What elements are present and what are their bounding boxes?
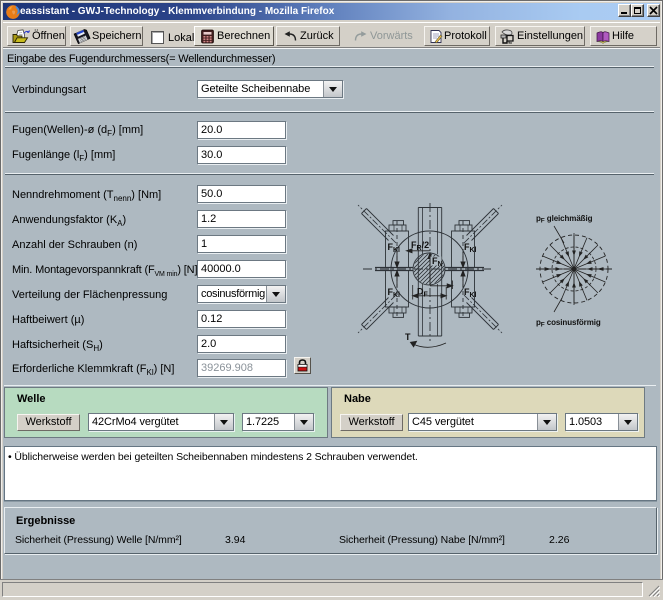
- svg-text:pF gleichmäßig: pF gleichmäßig: [536, 214, 593, 225]
- svg-text:FR/2: FR/2: [411, 240, 429, 252]
- svg-text:T: T: [405, 332, 411, 342]
- svg-text:FKl: FKl: [388, 287, 401, 299]
- svg-text:FKl: FKl: [388, 242, 401, 254]
- svg-text:pF cosinusförmig: pF cosinusförmig: [536, 318, 601, 329]
